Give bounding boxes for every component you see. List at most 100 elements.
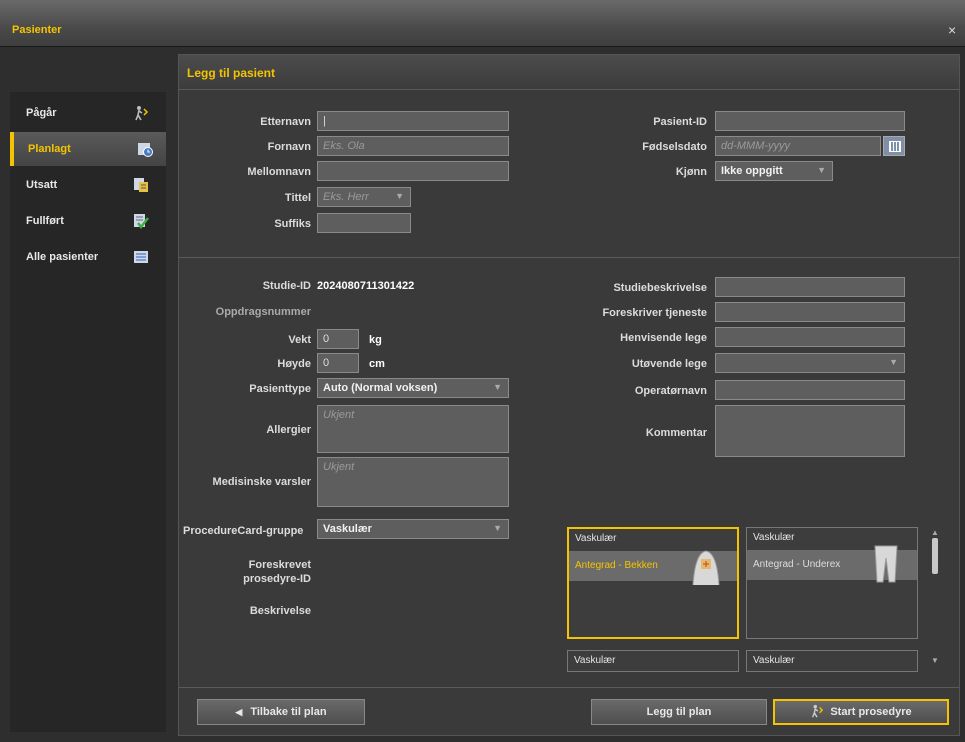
chevron-down-icon: ▼ [395,191,404,201]
procedurecard-gruppe-value: Vaskulær [323,523,372,535]
suffiks-input[interactable] [317,213,411,233]
utovende-lege-select[interactable]: ▼ [715,353,905,373]
utovende-lege-label: Utøvende lege [631,358,707,370]
procedure-card-category: Vaskulær [753,532,795,543]
oppdragsnummer-label: Oppdragsnummer [215,306,311,318]
kjonn-select[interactable]: Ikke oppgitt ▼ [715,161,833,181]
add-to-plan-label: Legg til plan [646,706,712,718]
scrollbar-thumb[interactable] [932,538,938,574]
fornavn-label: Fornavn [267,141,311,153]
tittel-select[interactable]: Eks. Herr ▼ [317,187,411,207]
section-divider [179,257,959,258]
procedure-card-name: Antegrad - Bekken [575,560,658,571]
operatornavn-input[interactable] [715,380,905,400]
chevron-down-icon: ▼ [889,357,898,367]
calendar-icon[interactable] [883,136,905,156]
foreskriver-tjeneste-label: Foreskriver tjeneste [602,307,707,319]
tittel-placeholder: Eks. Herr [323,191,369,203]
etternavn-label: Etternavn [260,116,311,128]
tittel-label: Tittel [284,192,311,204]
procedure-card[interactable]: Vaskulær [567,650,739,672]
medisinske-varsler-input[interactable]: Ukjent [317,457,509,507]
procedure-card[interactable]: Vaskulær [746,650,918,672]
legs-body-icon [874,545,898,583]
pelvis-body-icon [692,550,720,585]
sidebar: Pågår Planlagt Utsatt Fullført Alle pasi… [10,92,166,732]
procedure-card-name: Antegrad - Underex [753,559,841,570]
sidebar-item-label: Planlagt [28,143,71,155]
walking-person-icon [135,106,149,121]
add-to-plan-button[interactable]: Legg til plan [591,699,767,725]
list-icon [134,251,148,263]
checkmark-list-icon [134,214,149,229]
arrow-left-icon: ◀ [235,707,243,717]
etternavn-input[interactable]: | [317,111,509,131]
procedure-card[interactable]: Vaskulær Antegrad - Underex [746,527,918,639]
sidebar-item-label: Pågår [26,107,57,119]
clock-icon [138,143,153,157]
studiebeskrivelse-input[interactable] [715,277,905,297]
chevron-down-icon: ▼ [817,165,826,175]
procedure-cards-scrollbar[interactable]: ▲ ▼ [930,528,942,668]
kommentar-input[interactable] [715,405,905,457]
window-titlebar: Pasienter × [0,0,965,47]
footer-divider [179,687,959,688]
close-icon[interactable]: × [948,22,956,38]
mellomnavn-label: Mellomnavn [247,166,311,178]
fornavn-input[interactable]: Eks. Ola [317,136,509,156]
procedure-card-category: Vaskulær [575,533,617,544]
fodselsdato-input[interactable]: dd-MMM-yyyy [715,136,881,156]
henvisende-lege-label: Henvisende lege [620,332,707,344]
pasient-id-input[interactable] [715,111,905,131]
kommentar-label: Kommentar [645,427,707,439]
studie-id-value: 2024080711301422 [317,280,415,292]
hoyde-input[interactable]: 0 [317,353,359,373]
kjonn-value: Ikke oppgitt [721,165,783,177]
allergier-label: Allergier [266,424,311,436]
sidebar-item-pagar[interactable]: Pågår [10,96,166,130]
start-procedure-label: Start prosedyre [830,706,912,718]
add-patient-panel: Legg til pasient Etternavn | Fornavn Eks… [178,54,960,736]
window-title: Pasienter [12,24,62,36]
henvisende-lege-input[interactable] [715,327,905,347]
vekt-input[interactable]: 0 [317,329,359,349]
chevron-down-icon: ▼ [493,382,502,392]
procedurecard-gruppe-select[interactable]: Vaskulær ▼ [317,519,509,539]
scroll-up-icon[interactable]: ▲ [931,528,939,537]
walking-person-icon [812,704,824,718]
studie-id-label: Studie-ID [262,280,311,292]
panel-header: Legg til pasient [179,55,959,90]
hoyde-label: Høyde [277,358,311,370]
back-to-plan-button[interactable]: ◀ Tilbake til plan [197,699,365,725]
hoyde-unit: cm [369,358,385,370]
medisinske-varsler-label: Medisinske varsler [212,476,311,488]
pasienttype-value: Auto (Normal voksen) [323,382,438,394]
start-procedure-button[interactable]: Start prosedyre [773,699,949,725]
postponed-calendar-icon [134,178,148,192]
sidebar-item-label: Utsatt [26,179,58,191]
sidebar-item-label: Alle pasienter [26,251,99,263]
procedure-card-category: Vaskulær [753,655,795,666]
pasienttype-label: Pasienttype [249,383,311,395]
procedure-card[interactable]: Vaskulær Antegrad - Bekken [567,527,739,639]
vekt-unit: kg [369,334,382,346]
allergier-input[interactable]: Ukjent [317,405,509,453]
pasienttype-select[interactable]: Auto (Normal voksen) ▼ [317,378,509,398]
back-to-plan-label: Tilbake til plan [250,706,327,718]
mellomnavn-input[interactable] [317,161,509,181]
sidebar-item-label: Fullført [26,215,64,227]
beskrivelse-label: Beskrivelse [249,605,311,617]
suffiks-label: Suffiks [274,218,311,230]
pasient-id-label: Pasient-ID [653,116,707,128]
operatornavn-label: Operatørnavn [634,385,707,397]
procedure-card-category: Vaskulær [574,655,616,666]
fodselsdato-label: Fødselsdato [642,141,707,153]
sidebar-item-utsatt[interactable]: Utsatt [10,168,166,202]
foreskriver-tjeneste-input[interactable] [715,302,905,322]
sidebar-item-planlagt[interactable]: Planlagt [10,132,166,166]
panel-title: Legg til pasient [187,66,276,80]
scroll-down-icon[interactable]: ▼ [931,656,939,665]
sidebar-item-fullfort[interactable]: Fullført [10,204,166,238]
foreskrevet-prosedyre-id-label-line2: prosedyre-ID [243,573,311,585]
sidebar-item-alle-pasienter[interactable]: Alle pasienter [10,240,166,274]
